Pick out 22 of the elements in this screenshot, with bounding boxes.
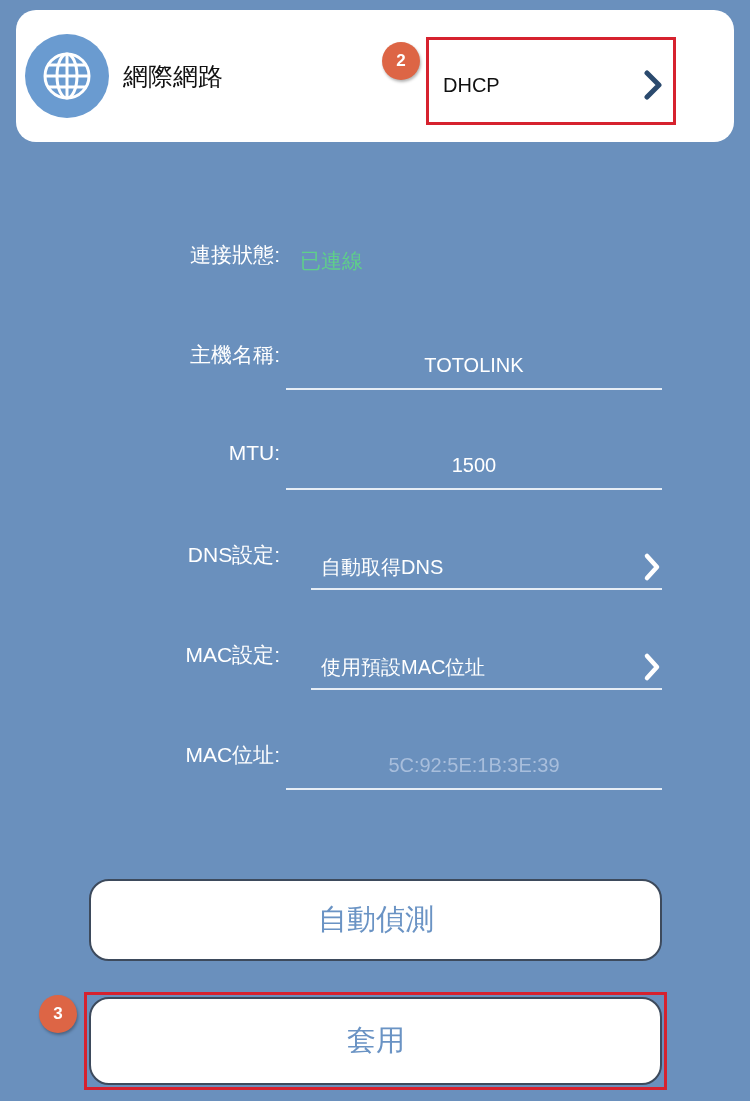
field-label: MTU: [227,440,280,465]
chevron-right-icon [642,552,662,582]
text-field[interactable]: 1500 [286,430,662,490]
field-label: DNS設定: [186,542,280,568]
step-badge: 3 [39,995,77,1033]
select-field[interactable]: 自動取得DNS [311,530,662,590]
text-field[interactable]: TOTOLINK [286,330,662,390]
status-value: 已連線 [299,248,364,275]
field-label: 連接狀態: [189,242,280,268]
chevron-right-icon [643,70,663,100]
field-label: MAC設定: [184,642,280,668]
connection-type-select[interactable]: DHCP [429,40,673,122]
select-field[interactable]: 使用預設MAC位址 [311,630,662,690]
action-button[interactable]: 套用 [89,997,662,1085]
globe-icon [25,34,109,118]
field-label: 主機名稱: [189,342,280,368]
field-label: MAC位址: [184,742,280,768]
chevron-right-icon [642,652,662,682]
section-title: 網際網路 [123,60,223,93]
step-badge: 2 [382,42,420,80]
action-button[interactable]: 自動偵測 [89,879,662,961]
readonly-field: 5C:92:5E:1B:3E:39 [286,730,662,790]
